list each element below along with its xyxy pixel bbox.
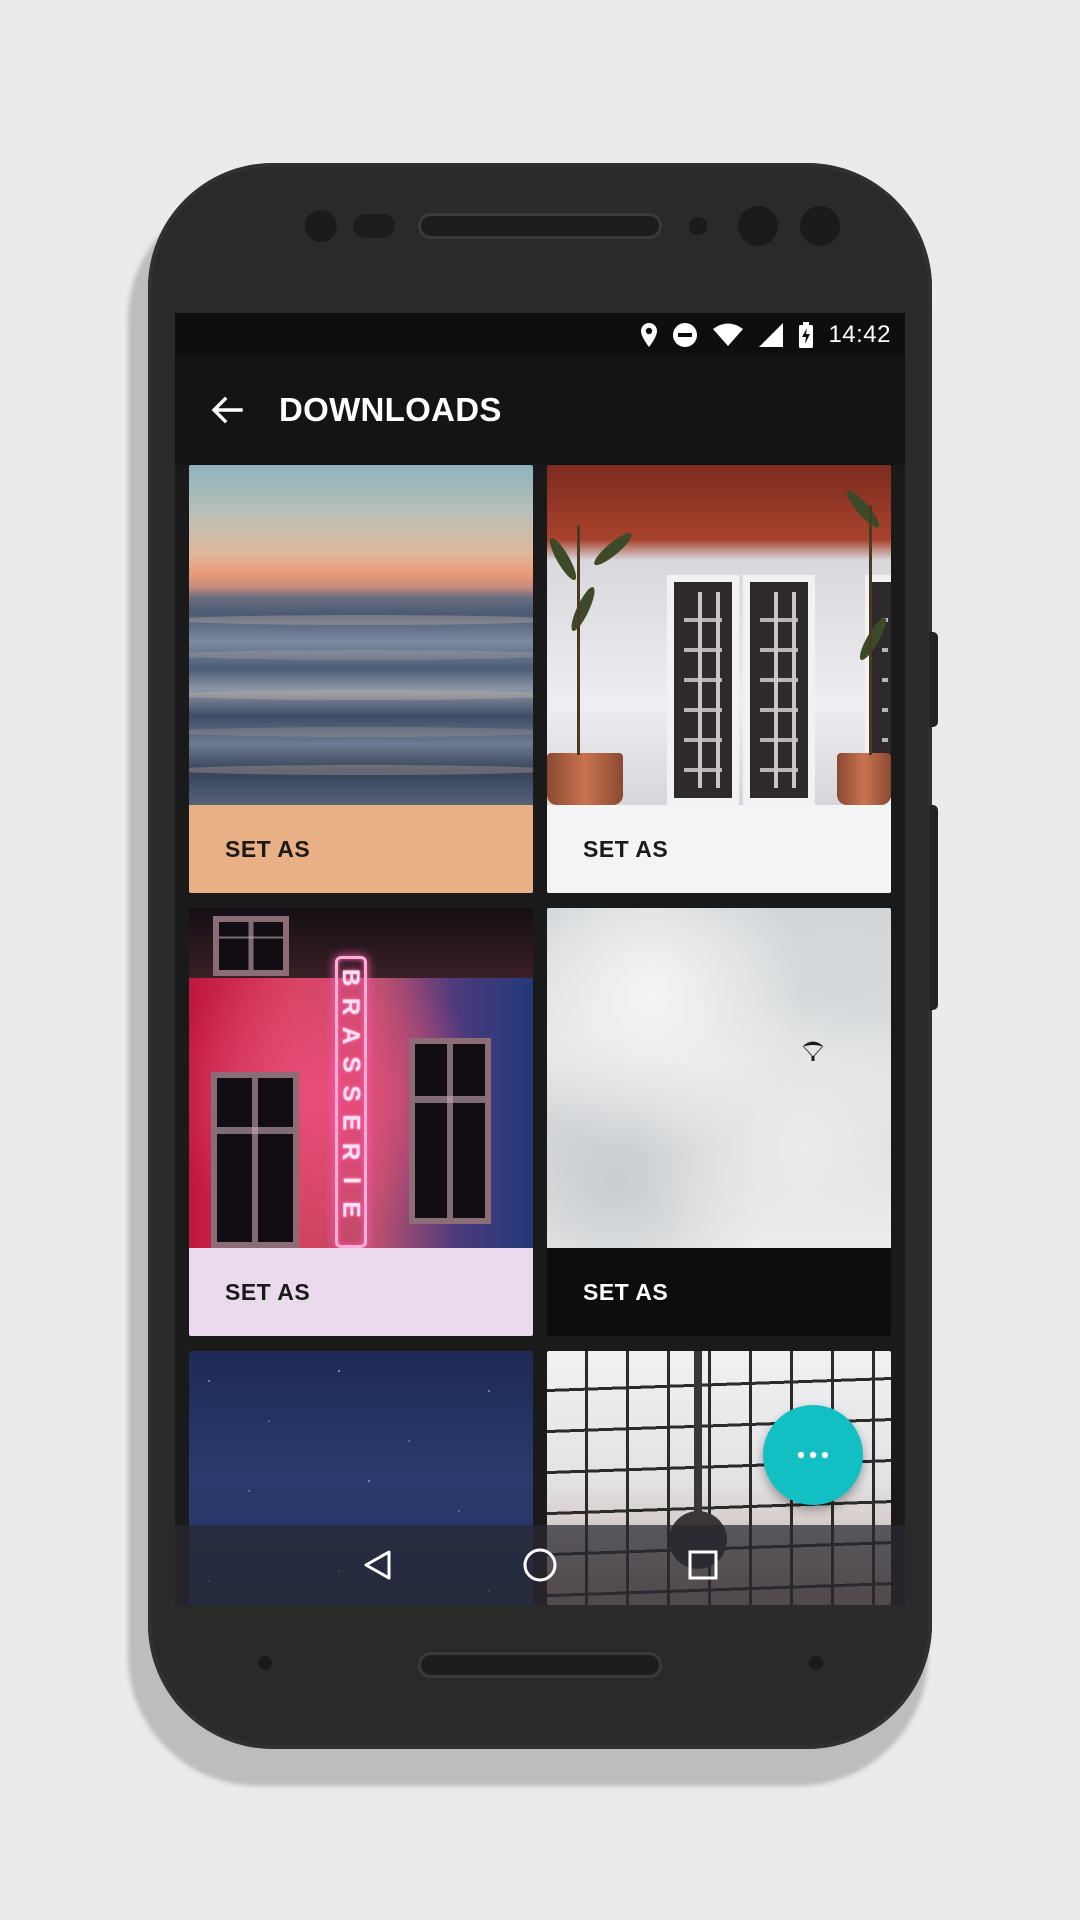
bottom-mic-left bbox=[258, 1656, 272, 1670]
nav-recents-button[interactable] bbox=[681, 1543, 725, 1587]
neon-letter: R bbox=[337, 1142, 365, 1161]
arrow-left-icon bbox=[211, 396, 243, 424]
status-time: 14:42 bbox=[828, 321, 891, 348]
neon-letter: E bbox=[337, 1114, 365, 1131]
neon-letter: A bbox=[337, 1026, 365, 1045]
recents-square-icon bbox=[688, 1550, 718, 1580]
wallpaper-thumbnail-neon[interactable]: BRASSERIE bbox=[189, 908, 533, 1248]
proximity-sensor bbox=[689, 217, 707, 235]
nav-home-button[interactable] bbox=[518, 1543, 562, 1587]
front-sensor bbox=[305, 210, 337, 242]
do-not-disturb-icon bbox=[673, 323, 698, 347]
wifi-icon bbox=[713, 323, 744, 346]
cell-signal-icon bbox=[759, 323, 784, 347]
set-as-button[interactable]: SET AS bbox=[189, 1248, 533, 1336]
wallpaper-card[interactable]: BRASSERIE SET AS bbox=[189, 908, 533, 1336]
wallpaper-thumbnail-window[interactable] bbox=[547, 465, 891, 805]
parachute-icon bbox=[802, 1041, 824, 1061]
wallpaper-thumbnail-sky[interactable] bbox=[547, 908, 891, 1248]
bottom-speaker bbox=[418, 1652, 662, 1678]
wallpaper-card[interactable]: SET AS bbox=[547, 465, 891, 893]
neon-letter: R bbox=[337, 997, 365, 1016]
back-button[interactable] bbox=[207, 390, 247, 430]
page-title: DOWNLOADS bbox=[279, 391, 502, 428]
device-screen: 14:42 DOWNLOADS SET AS SET AS B R A S S … bbox=[175, 313, 905, 1605]
neon-sign: BRASSERIE bbox=[335, 956, 367, 1248]
neon-letter: E bbox=[337, 1201, 365, 1218]
back-triangle-icon bbox=[364, 1550, 391, 1580]
more-horizontal-icon bbox=[797, 1451, 829, 1459]
power-button bbox=[929, 632, 938, 727]
set-as-button[interactable]: SET AS bbox=[547, 805, 891, 893]
volume-button bbox=[929, 805, 938, 1010]
neon-letter: S bbox=[337, 1085, 365, 1102]
wallpaper-thumbnail-sea[interactable] bbox=[189, 465, 533, 805]
neon-letter: B bbox=[337, 968, 365, 987]
nav-back-button[interactable] bbox=[355, 1543, 399, 1587]
wallpaper-card[interactable]: SET AS bbox=[547, 908, 891, 1336]
set-as-button[interactable]: SET AS bbox=[189, 805, 533, 893]
location-icon bbox=[641, 323, 658, 347]
more-options-fab[interactable] bbox=[763, 1405, 863, 1505]
front-camera-2 bbox=[800, 206, 840, 246]
system-nav-bar bbox=[175, 1525, 905, 1605]
neon-letter: I bbox=[337, 1177, 365, 1184]
earpiece-speaker bbox=[418, 213, 662, 239]
battery-charging-icon bbox=[799, 322, 814, 348]
bottom-mic-right bbox=[809, 1656, 823, 1670]
wallpaper-card[interactable]: SET AS bbox=[189, 465, 533, 893]
set-as-button[interactable]: SET AS bbox=[547, 1248, 891, 1336]
home-circle-icon bbox=[523, 1548, 557, 1582]
app-bar: DOWNLOADS bbox=[175, 355, 905, 465]
front-flash bbox=[353, 214, 395, 238]
status-bar: 14:42 bbox=[175, 313, 905, 355]
neon-letter: S bbox=[337, 1056, 365, 1073]
front-camera bbox=[738, 206, 778, 246]
